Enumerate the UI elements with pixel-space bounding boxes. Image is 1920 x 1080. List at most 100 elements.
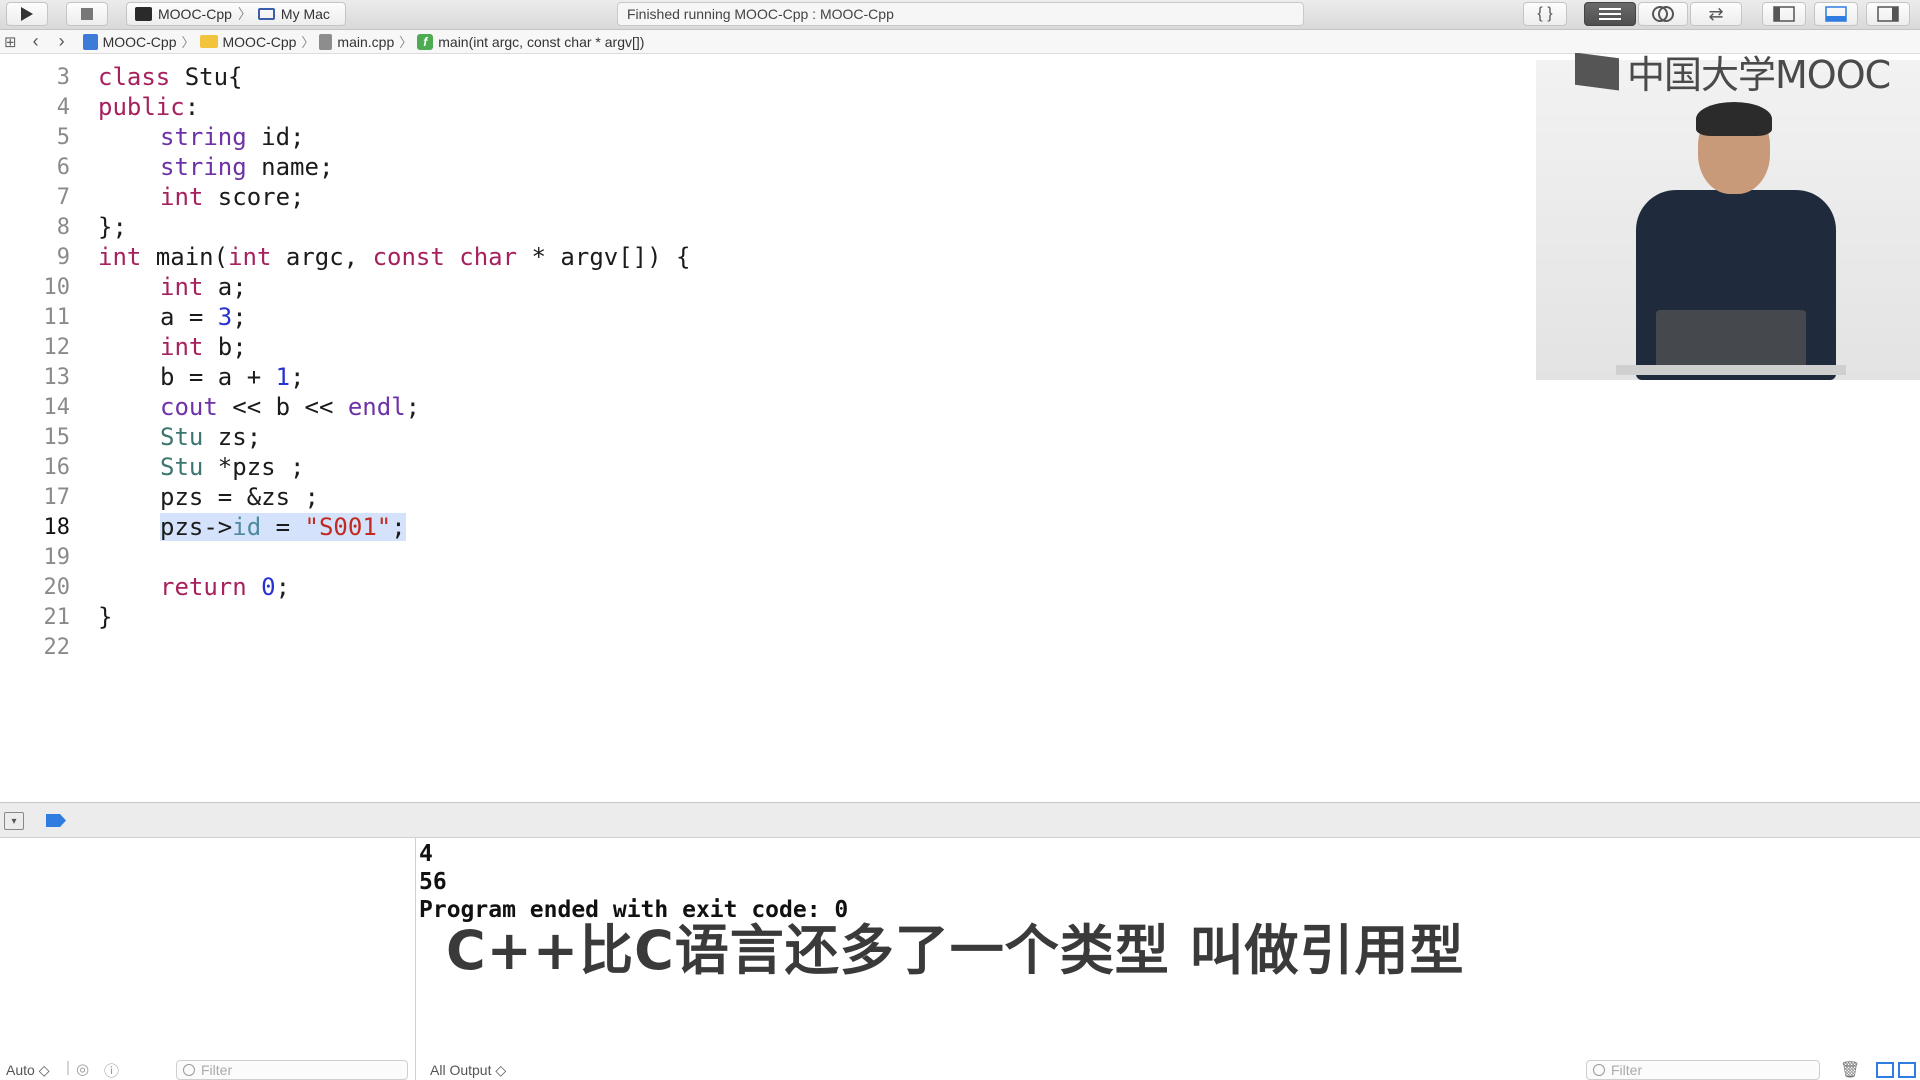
chevron-down-icon: ▾ <box>11 815 17 827</box>
inspector-toggle-icon <box>1877 6 1899 22</box>
standard-editor-icon <box>1599 8 1621 20</box>
assistant-editor-button[interactable] <box>1638 2 1688 26</box>
code-text: cout << b << endl; <box>160 393 421 421</box>
code-line[interactable]: 11 a = 3; <box>0 302 1536 332</box>
code-line[interactable]: 6 string name; <box>0 152 1536 182</box>
code-line[interactable]: 14 cout << b << endl; <box>0 392 1536 422</box>
code-line[interactable]: 20 return 0; <box>0 572 1536 602</box>
variables-view <box>0 838 416 1080</box>
line-number: 16 <box>43 454 71 480</box>
activity-viewer: Finished running MOOC-Cpp : MOOC-Cpp <box>617 2 1304 26</box>
braces-icon: { } <box>1537 5 1553 22</box>
code-line[interactable]: 22 <box>0 632 1536 662</box>
variables-mode-select[interactable]: Auto ◇ <box>6 1062 49 1079</box>
code-line[interactable]: 4 public: <box>0 92 1536 122</box>
console-line: 4 <box>419 841 433 867</box>
filter-placeholder: Filter <box>1611 1062 1643 1078</box>
mooc-logo-icon <box>1575 52 1619 91</box>
code-line[interactable]: 17 pzs = &zs ; <box>0 482 1536 512</box>
code-text: int b; <box>160 333 247 361</box>
back-icon[interactable]: ‹ <box>33 31 39 52</box>
code-line[interactable]: 3 class Stu{ <box>0 62 1536 92</box>
crumb-file-label: main.cpp <box>337 33 395 50</box>
left-pane-toggle-icon[interactable] <box>1876 1062 1894 1078</box>
function-icon: f <box>417 33 434 50</box>
scheme-destination: My Mac <box>280 6 330 22</box>
variables-filter-input[interactable]: Filter <box>176 1060 408 1080</box>
code-text: b = a + 1; <box>160 363 305 391</box>
code-line[interactable]: 10 int a; <box>0 272 1536 302</box>
run-button[interactable] <box>6 2 48 26</box>
crumb-project-label: MOOC-Cpp <box>102 33 177 50</box>
line-number: 14 <box>43 394 71 420</box>
debug-bar: ▾ <box>0 802 1920 838</box>
code-line[interactable]: 12 int b; <box>0 332 1536 362</box>
code-line[interactable]: 21 } <box>0 602 1536 632</box>
eye-icon[interactable]: ◎ <box>76 1060 89 1078</box>
code-line[interactable]: 15 Stu zs; <box>0 422 1536 452</box>
debug-area-toggle-icon <box>1825 6 1847 22</box>
lecturer-video <box>1536 60 1920 380</box>
chevron-right-icon: 〉 <box>237 6 252 22</box>
line-number: 7 <box>56 184 70 210</box>
line-number: 22 <box>43 634 71 660</box>
scheme-selector[interactable]: MOOC-Cpp 〉 My Mac <box>126 2 346 26</box>
crumb-file[interactable]: main.cpp <box>319 33 395 50</box>
console-filter-input[interactable]: Filter <box>1586 1060 1820 1080</box>
line-number: 15 <box>43 424 71 450</box>
right-pane-toggle-icon[interactable] <box>1898 1062 1916 1078</box>
code-line[interactable]: 19 <box>0 542 1536 572</box>
navigator-toggle[interactable] <box>1762 2 1806 26</box>
debug-area-toggle[interactable] <box>1814 2 1858 26</box>
hide-debug-area-button[interactable]: ▾ <box>4 812 24 830</box>
file-icon <box>319 33 333 50</box>
code-text: int main(int argc, const char * argv[]) … <box>98 243 691 271</box>
code-line[interactable]: 13 b = a + 1; <box>0 362 1536 392</box>
trash-icon[interactable]: 🗑 <box>1840 1060 1860 1080</box>
line-number: 4 <box>56 94 70 120</box>
related-items-icon[interactable]: ⊞ <box>4 33 17 51</box>
code-text: }; <box>98 213 127 241</box>
filter-icon <box>1593 1064 1605 1076</box>
standard-editor-button[interactable] <box>1584 2 1636 26</box>
output-mode-select[interactable]: All Output ◇ <box>430 1062 506 1079</box>
code-review-button[interactable]: { } <box>1523 2 1567 26</box>
divider: | <box>66 1059 70 1076</box>
mooc-logo: 中国大学MOOC <box>1575 44 1891 99</box>
info-icon[interactable]: ⓘ <box>104 1060 119 1080</box>
code-line[interactable]: 8 }; <box>0 212 1536 242</box>
crumb-folder[interactable]: MOOC-Cpp <box>199 33 297 50</box>
mooc-logo-text: 中国大学MOOC <box>1627 53 1891 97</box>
code-text: a = 3; <box>160 303 247 331</box>
mac-icon <box>257 8 275 20</box>
line-number: 3 <box>56 64 70 90</box>
line-number: 11 <box>43 304 71 330</box>
code-line[interactable]: 7 int score; <box>0 182 1536 212</box>
version-editor-button[interactable]: ⇄ <box>1690 2 1742 26</box>
forward-icon[interactable]: › <box>59 31 65 52</box>
code-line[interactable]: 5 string id; <box>0 122 1536 152</box>
code-text: Stu *pzs ; <box>160 453 305 481</box>
code-text: Stu zs; <box>160 423 262 451</box>
inspector-toggle[interactable] <box>1866 2 1910 26</box>
crumb-function[interactable]: f main(int argc, const char * argv[]) <box>417 33 644 50</box>
code-line[interactable]: 9 int main(int argc, const char * argv[]… <box>0 242 1536 272</box>
line-number: 6 <box>56 154 70 180</box>
code-text: return 0; <box>160 573 291 601</box>
breakpoints-toggle-icon[interactable] <box>46 814 66 827</box>
assistant-editor-icon <box>1652 6 1674 22</box>
crumb-separator: 〉 <box>301 35 315 50</box>
folder-icon <box>199 35 218 48</box>
crumb-separator: 〉 <box>181 35 195 50</box>
code-line-current[interactable]: 18 pzs->id = "S001"; <box>0 512 1536 542</box>
line-number: 19 <box>43 544 71 570</box>
laptop-image <box>1656 310 1806 370</box>
stop-button[interactable] <box>66 2 108 26</box>
code-line[interactable]: 16 Stu *pzs ; <box>0 452 1536 482</box>
podium-image <box>1616 365 1846 375</box>
source-editor[interactable]: 3 class Stu{ 4 public: 5 string id; 6 st… <box>0 62 1536 802</box>
line-number: 21 <box>43 604 71 630</box>
crumb-project[interactable]: MOOC-Cpp <box>82 33 177 50</box>
line-number: 20 <box>43 574 71 600</box>
crumb-folder-label: MOOC-Cpp <box>222 33 297 50</box>
